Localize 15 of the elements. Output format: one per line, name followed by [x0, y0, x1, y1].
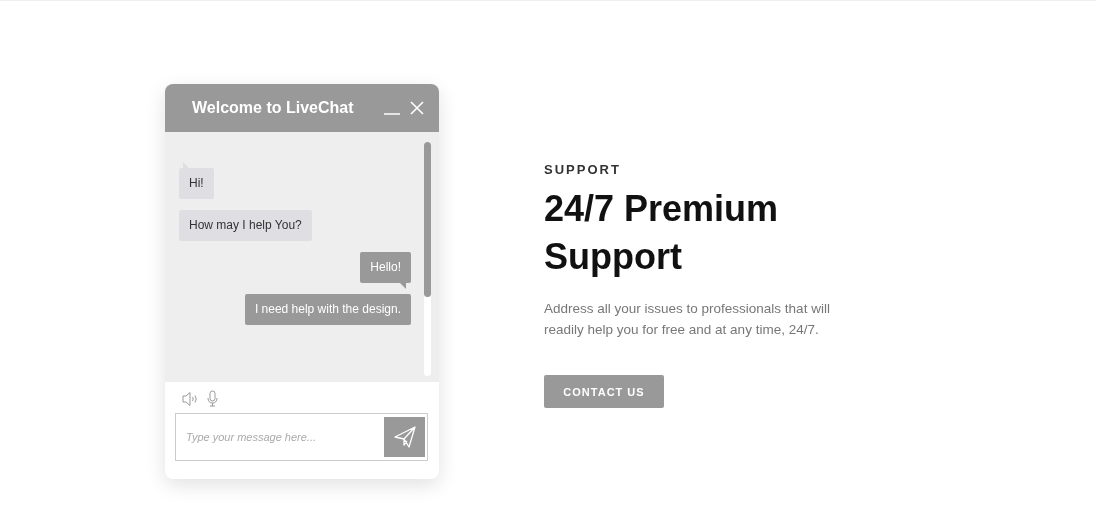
message-bubble: Hello! — [360, 252, 411, 283]
paper-plane-icon — [393, 426, 416, 448]
close-icon[interactable] — [409, 100, 425, 116]
send-button[interactable] — [384, 417, 425, 457]
message-bubble: Hi! — [179, 168, 214, 199]
section-heading: 24/7 Premium Support — [544, 187, 780, 279]
message-bubble: I need help with the design. — [244, 294, 411, 325]
contact-button[interactable]: CONTACT US — [544, 375, 664, 408]
scrollbar[interactable] — [424, 142, 431, 376]
message-bubble: How may I help You? — [179, 210, 312, 241]
chat-title: Welcome to LiveChat — [192, 99, 354, 117]
section-description: Address all your issues to professionals that will readily help you for free and at any time, 24/7. — [544, 300, 831, 339]
speaker-icon[interactable] — [182, 390, 199, 407]
microphone-icon[interactable] — [207, 390, 218, 407]
section-eyebrow: SUPPORT — [544, 162, 622, 177]
